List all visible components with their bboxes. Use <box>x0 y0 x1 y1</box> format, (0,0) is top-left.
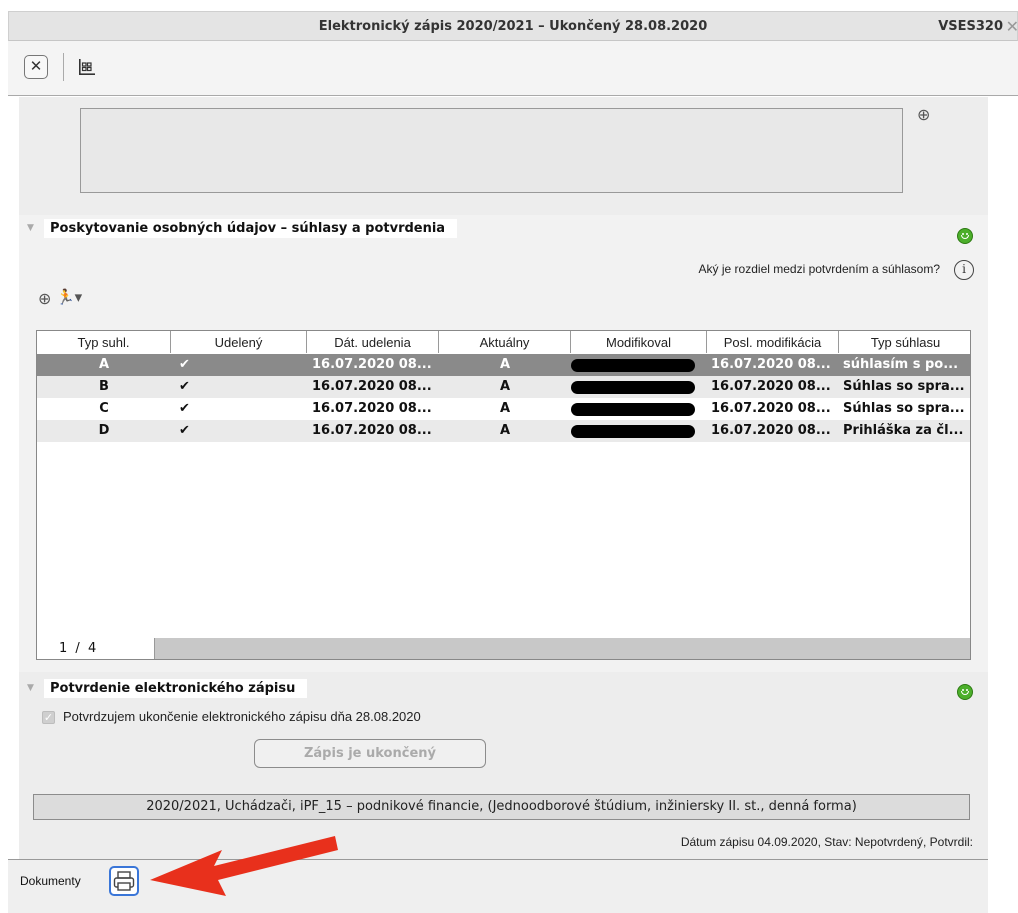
info-icon[interactable]: i <box>954 260 974 280</box>
pager-total: 4 <box>87 641 97 656</box>
cell-typ-suhlasu: súhlasím s po... <box>843 357 959 372</box>
col-header[interactable]: Dát. udelenia <box>307 331 439 353</box>
cell-dat-udelenia: 16.07.2020 08... <box>312 357 432 372</box>
cell-udeleny: ✔ <box>179 401 190 416</box>
toolbar-separator <box>63 53 64 81</box>
cell-aktualny: A <box>499 357 511 372</box>
cell-typ: C <box>99 401 109 416</box>
upper-preview-box <box>80 108 903 193</box>
table-header: Typ suhl. Udelený Dát. udelenia Aktuálny… <box>37 331 970 355</box>
table-row[interactable]: B ✔ 16.07.2020 08... A 16.07.2020 08... … <box>37 376 970 398</box>
cell-typ-suhlasu: Súhlas so spra... <box>843 379 965 394</box>
print-button[interactable] <box>109 866 139 896</box>
window-close-icon[interactable]: ✕ <box>1006 12 1018 41</box>
cell-posl-modifikacia: 16.07.2020 08... <box>711 423 831 438</box>
confirm-section-title: Potvrdenie elektronického zápisu <box>44 679 308 698</box>
cell-udeleny: ✔ <box>179 379 190 394</box>
cell-dat-udelenia: 16.07.2020 08... <box>312 401 432 416</box>
cell-typ: B <box>99 379 109 394</box>
table-row[interactable]: C ✔ 16.07.2020 08... A 16.07.2020 08... … <box>37 398 970 420</box>
col-header[interactable]: Modifikoval <box>571 331 707 353</box>
red-arrow-annotation <box>150 836 338 896</box>
toolbar: ✕ <box>8 41 1018 96</box>
window-title-bar: Elektronický zápis 2020/2021 – Ukončený … <box>8 11 1018 41</box>
cell-posl-modifikacia: 16.07.2020 08... <box>711 357 831 372</box>
cell-modifikoval-redacted <box>571 420 707 442</box>
cell-modifikoval-redacted <box>571 376 707 398</box>
cell-dat-udelenia: 16.07.2020 08... <box>312 423 432 438</box>
cell-typ: A <box>98 357 110 372</box>
cell-modifikoval-redacted <box>571 354 707 376</box>
consent-help-text[interactable]: Aký je rozdiel medzi potvrdením a súhlas… <box>560 262 940 276</box>
table-zoom-icon[interactable]: ⊕ <box>38 289 51 308</box>
consent-table: Typ suhl. Udelený Dát. udelenia Aktuálny… <box>36 330 971 660</box>
cell-aktualny: A <box>499 379 511 394</box>
table-row[interactable]: D ✔ 16.07.2020 08... A 16.07.2020 08... … <box>37 420 970 442</box>
cell-typ-suhlasu: Prihláška za čl... <box>843 423 964 438</box>
consent-section-title: Poskytovanie osobných údajov – súhlasy a… <box>44 219 458 238</box>
table-footer: 1 / 4 <box>37 638 970 659</box>
window-code: VSES320 <box>938 19 1003 34</box>
smiley-green-icon <box>957 684 973 700</box>
confirm-checkbox[interactable]: ✓ <box>42 711 55 724</box>
zapis-ukonceny-button[interactable]: Zápis je ukončený <box>254 739 486 768</box>
cell-modifikoval-redacted <box>571 398 707 420</box>
printer-icon <box>113 871 135 891</box>
cell-aktualny: A <box>499 423 511 438</box>
pager-separator: / <box>75 641 80 656</box>
actions-menu-icon[interactable]: 🏃▾ <box>56 288 82 306</box>
confirm-checkbox-label: Potvrdzujem ukončenie elektronického záp… <box>63 709 421 724</box>
close-button[interactable]: ✕ <box>24 55 48 79</box>
cell-posl-modifikacia: 16.07.2020 08... <box>711 379 831 394</box>
documents-label: Dokumenty <box>20 874 81 888</box>
cell-typ: D <box>98 423 110 438</box>
col-header[interactable]: Udelený <box>171 331 307 353</box>
cell-udeleny: ✔ <box>179 357 190 372</box>
col-header[interactable]: Aktuálny <box>439 331 571 353</box>
col-header[interactable]: Typ súhlasu <box>839 331 970 353</box>
grid-icon[interactable] <box>78 58 96 76</box>
pager: 1 / 4 <box>37 638 155 659</box>
pager-current: 1 <box>59 641 68 656</box>
collapse-triangle-icon[interactable]: ▼ <box>27 683 34 693</box>
smiley-green-icon <box>957 228 973 244</box>
cell-dat-udelenia: 16.07.2020 08... <box>312 379 432 394</box>
window-title: Elektronický zápis 2020/2021 – Ukončený … <box>318 19 708 34</box>
cell-typ-suhlasu: Súhlas so spra... <box>843 401 965 416</box>
close-icon: ✕ <box>29 57 43 75</box>
right-gutter <box>988 97 1018 913</box>
study-program-field: 2020/2021, Uchádzači, iPF_15 – podnikové… <box>33 794 970 820</box>
enrollment-status-text: Dátum zápisu 04.09.2020, Stav: Nepotvrde… <box>680 835 973 849</box>
collapse-triangle-icon[interactable]: ▼ <box>27 223 34 233</box>
col-header[interactable]: Posl. modifikácia <box>707 331 839 353</box>
cell-aktualny: A <box>499 401 511 416</box>
cell-posl-modifikacia: 16.07.2020 08... <box>711 401 831 416</box>
zoom-in-icon[interactable]: ⊕ <box>917 105 930 124</box>
cell-udeleny: ✔ <box>179 423 190 438</box>
col-header[interactable]: Typ suhl. <box>37 331 171 353</box>
table-row[interactable]: A ✔ 16.07.2020 08... A 16.07.2020 08... … <box>37 354 970 376</box>
